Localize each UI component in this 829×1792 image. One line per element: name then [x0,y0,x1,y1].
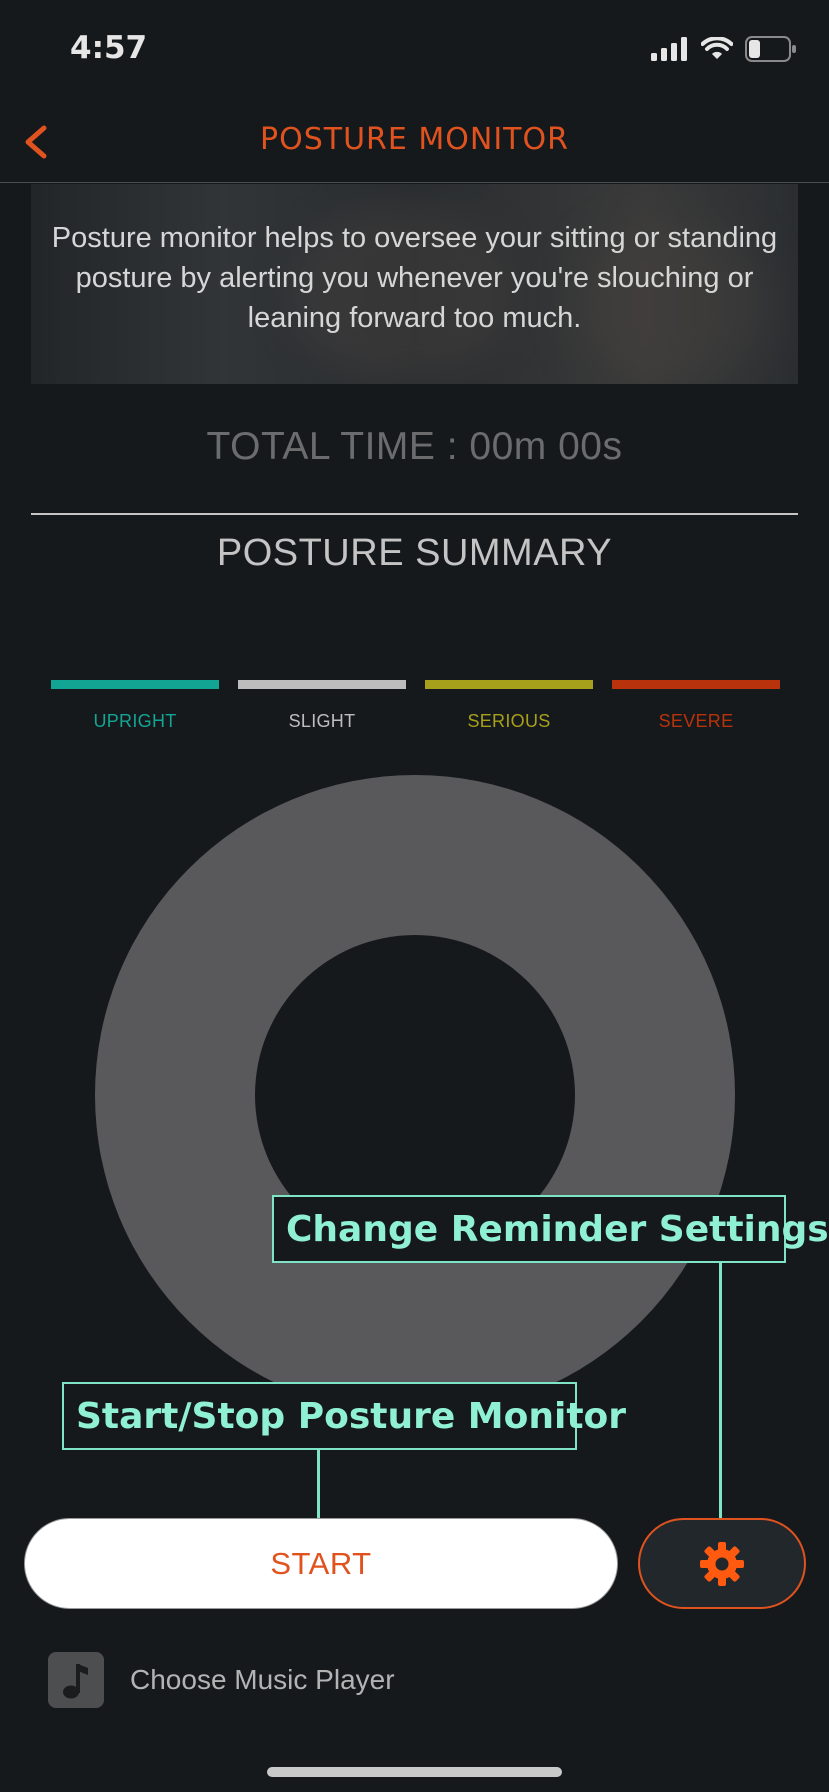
start-callout: Start/Stop Posture Monitor [62,1382,626,1450]
page-title: POSTURE MONITOR [260,122,569,157]
nav-bar: POSTURE MONITOR [0,100,829,183]
legend-bar-severe [612,680,780,689]
total-time: TOTAL TIME : 00m 00s [206,425,623,468]
info-banner: Posture monitor helps to oversee your si… [31,184,798,384]
home-indicator[interactable] [267,1767,562,1777]
status-icons [651,34,797,64]
status-bar: 4:57 [0,0,829,100]
gear-icon [700,1541,744,1586]
start-callout-line [317,1448,320,1522]
legend-label-upright: UPRIGHT [93,711,177,731]
wifi-icon [701,37,733,59]
settings-button[interactable] [638,1518,806,1609]
start-button[interactable]: START [24,1518,618,1609]
settings-callout: Change Reminder Settings [272,1195,829,1263]
signal-icon [651,37,687,61]
legend-bar-slight [238,680,406,689]
summary-title: POSTURE SUMMARY [216,532,613,574]
legend-label-slight: SLIGHT [288,711,356,731]
legend-bar-upright [51,680,219,689]
settings-callout-line [719,1262,722,1534]
posture-donut-chart [95,775,735,1415]
legend-label-serious: SERIOUS [467,711,551,731]
battery-icon [745,36,796,62]
legend-label-severe: SEVERE [658,711,734,731]
music-note-icon [48,1652,104,1708]
choose-music-player[interactable]: Choose Music Player [48,1651,395,1709]
banner-description: Posture monitor helps to oversee your si… [51,222,778,334]
legend-serious: SERIOUS [425,680,593,732]
music-player-label: Choose Music Player [130,1664,395,1695]
legend-severe: SEVERE [612,680,780,732]
legend-slight: SLIGHT [238,680,406,732]
legend-bar-serious [425,680,593,689]
status-time: 4:57 [70,30,148,66]
divider [31,513,798,515]
legend-upright: UPRIGHT [51,680,219,732]
